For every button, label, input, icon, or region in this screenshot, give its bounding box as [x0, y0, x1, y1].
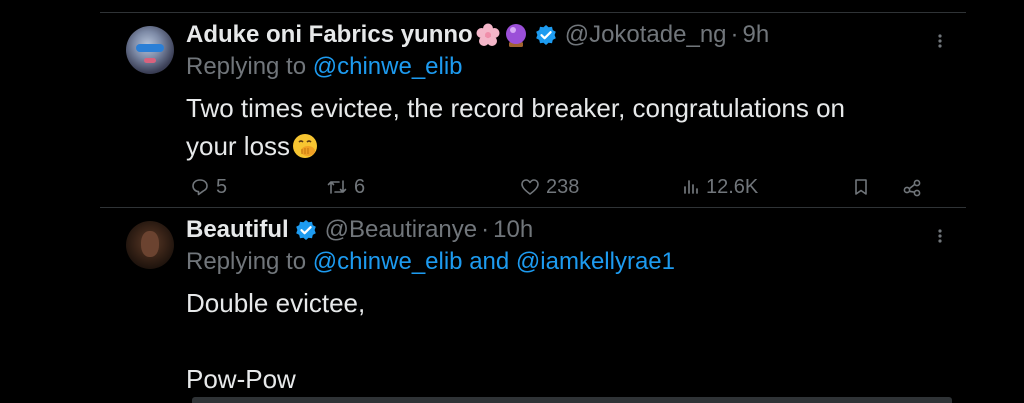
- avatar-glasses: [136, 44, 164, 52]
- tweet-text-line: Pow-Pow: [186, 364, 296, 394]
- tweet-text-line: Double evictee,: [186, 288, 366, 318]
- like-button[interactable]: 238: [520, 173, 579, 201]
- more-options-icon[interactable]: [932, 33, 948, 49]
- replying-to-label: Replying to: [186, 248, 313, 275]
- verified-badge-icon: [295, 219, 317, 241]
- tweet-text-fragment: your loss: [186, 131, 291, 161]
- user-handle[interactable]: @Jokotade_ng: [565, 21, 727, 49]
- crystal-ball-emoji: [503, 22, 529, 48]
- bookmark-icon: [855, 179, 867, 195]
- tweet[interactable]: Beautiful @Beautiranye · 10h Replying to…: [100, 208, 966, 403]
- share-button[interactable]: [902, 173, 922, 201]
- separator-dot: ·: [730, 21, 739, 48]
- share-icon: [903, 179, 921, 197]
- mention-link[interactable]: @chinwe_elib: [313, 248, 463, 275]
- replying-to-label: Replying to: [186, 53, 313, 80]
- retweet-icon: [327, 180, 347, 194]
- views-button[interactable]: 12.6K: [682, 173, 758, 201]
- user-handle[interactable]: @Beautiranye: [325, 216, 477, 244]
- replying-joiner: and: [462, 248, 516, 275]
- face-with-hand-over-mouth-emoji: [291, 132, 319, 160]
- views-count: 12.6K: [706, 175, 759, 198]
- tweet-header: Beautiful @Beautiranye · 10h: [186, 214, 533, 246]
- verified-badge-icon: [535, 24, 557, 46]
- avatar[interactable]: [126, 221, 174, 269]
- tweet[interactable]: Aduke oni Fabrics yunno @Jokotade_ng · 9…: [100, 13, 966, 207]
- tweet-text-line: Two times evictee, the record breaker, c…: [186, 93, 846, 123]
- tweet-text: Two times evictee, the record breaker, c…: [186, 89, 946, 165]
- avatar-face: [141, 231, 159, 257]
- analytics-icon: [684, 180, 698, 194]
- tweet-actions: 5 6 238 12.6K: [186, 173, 946, 201]
- tweet-text-line: [186, 322, 946, 360]
- retweet-count: 6: [354, 175, 366, 198]
- timestamp[interactable]: 9h: [743, 21, 770, 49]
- display-name[interactable]: Beautiful: [186, 216, 289, 244]
- replying-to: Replying to @chinwe_elib: [186, 53, 463, 81]
- reply-count: 5: [216, 175, 228, 198]
- cherry-blossom-emoji: [475, 22, 501, 48]
- separator-dot: ·: [481, 216, 490, 243]
- bookmark-button[interactable]: [852, 173, 870, 201]
- replying-to: Replying to @chinwe_elib and @iamkellyra…: [186, 248, 675, 276]
- reply-button[interactable]: 5: [190, 173, 227, 201]
- tweet-text: Double evictee, Pow-Pow: [186, 284, 946, 398]
- heart-icon: [521, 179, 539, 195]
- display-name[interactable]: Aduke oni Fabrics yunno: [186, 21, 473, 49]
- timestamp[interactable]: 10h: [493, 216, 533, 244]
- like-count: 238: [546, 175, 580, 198]
- more-options-icon[interactable]: [932, 228, 948, 244]
- avatar-lips: [144, 58, 156, 63]
- mention-link[interactable]: @iamkellyrae1: [516, 248, 675, 275]
- mention-link[interactable]: @chinwe_elib: [313, 53, 463, 80]
- timeline-feed: Aduke oni Fabrics yunno @Jokotade_ng · 9…: [100, 0, 966, 403]
- retweet-button[interactable]: 6: [326, 173, 365, 201]
- bottom-panel-edge: [192, 397, 952, 403]
- tweet-header: Aduke oni Fabrics yunno @Jokotade_ng · 9…: [186, 19, 769, 51]
- reply-icon: [192, 179, 208, 196]
- avatar[interactable]: [126, 26, 174, 74]
- tweet-text-line: your loss: [186, 127, 946, 165]
